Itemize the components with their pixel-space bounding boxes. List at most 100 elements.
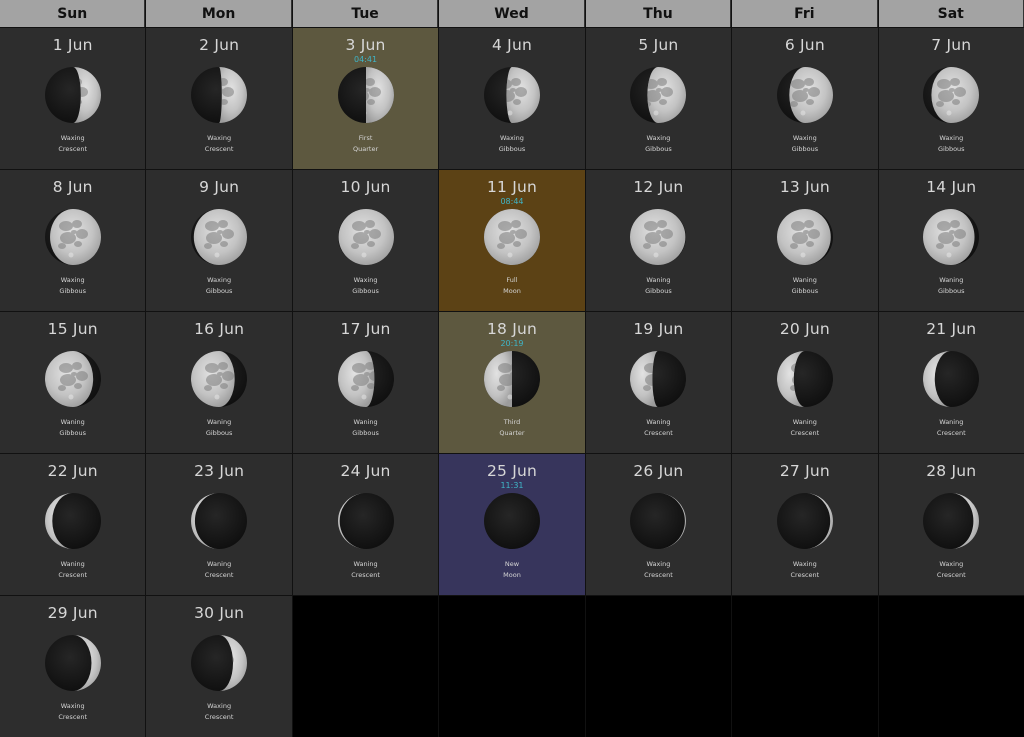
day-cell[interactable]: 9 Jun Waxing Gibbous — [146, 170, 292, 311]
day-label: 28 Jun — [926, 462, 977, 480]
phase-name-line2: Crescent — [790, 429, 820, 437]
phase-name-line2: Gibbous — [352, 429, 379, 437]
day-label: 11 Jun — [486, 178, 538, 196]
day-cell[interactable]: 26 Jun Waxing Crescent — [585, 454, 732, 595]
moon-phase-icon — [923, 351, 980, 407]
day-cell[interactable]: 13 Jun Waning Gibbous — [732, 170, 878, 311]
day-cell[interactable]: 19 Jun Waning Crescent — [585, 312, 732, 453]
phase-name-line1: First — [358, 134, 373, 142]
day-label: 13 Jun — [779, 178, 830, 196]
moon-phase-icon — [44, 351, 101, 407]
phase-time: 20:19 — [500, 339, 524, 348]
phase-name: Waning Gibbous — [792, 275, 819, 297]
phase-name-line1: Waxing — [60, 134, 85, 142]
day-cell[interactable]: 1 Jun Waxing Crescent — [0, 28, 146, 169]
day-cell[interactable]: 27 Jun Waxing Crescent — [732, 454, 878, 595]
moon-dark-disc — [483, 493, 540, 549]
weekday-header-wed: Wed — [439, 0, 585, 27]
day-label: 21 Jun — [926, 320, 977, 338]
day-cell[interactable]: 18 Jun 20:19 Third Quarter — [439, 312, 585, 453]
moon-phase-icon — [776, 67, 833, 123]
phase-name-line2: Crescent — [936, 429, 966, 437]
phase-name-line2: Crescent — [790, 571, 820, 579]
day-cell[interactable]: 24 Jun Waning Crescent — [292, 454, 439, 595]
phase-name-line1: Waning — [207, 418, 232, 426]
day-cell[interactable]: 11 Jun 08:44 Full Moon — [439, 170, 585, 311]
phase-name: Waning Gibbous — [206, 417, 233, 439]
moon-phase-icon — [630, 209, 687, 265]
phase-name-line1: Waxing — [646, 560, 671, 568]
moon-phase-icon — [483, 67, 540, 123]
phase-name: Waxing Crescent — [205, 701, 234, 723]
phase-name-line1: Waning — [939, 276, 964, 284]
phase-name: Waxing Gibbous — [938, 133, 965, 155]
day-label: 18 Jun — [486, 320, 538, 338]
phase-name: Waxing Gibbous — [59, 275, 86, 297]
day-label: 27 Jun — [779, 462, 830, 480]
day-cell[interactable]: 2 Jun Waxing Crescent — [146, 28, 292, 169]
phase-name-line1: Waxing — [60, 702, 85, 710]
phase-name: Waxing Crescent — [937, 559, 966, 581]
phase-name-line2: Gibbous — [791, 145, 819, 153]
phase-name-line2: Crescent — [204, 571, 234, 579]
phase-name-line2: Moon — [503, 287, 521, 295]
phase-name: Waning Gibbous — [938, 275, 965, 297]
phase-name: Waning Crescent — [58, 559, 87, 581]
day-cell[interactable]: 3 Jun 04:41 First Quarter — [292, 28, 439, 169]
phase-name-line2: Gibbous — [59, 287, 86, 295]
day-label: 4 Jun — [491, 36, 532, 54]
phase-name-line2: Crescent — [644, 571, 673, 579]
phase-name-line1: Waning — [792, 276, 817, 284]
day-label: 29 Jun — [47, 604, 98, 622]
day-cell[interactable]: 10 Jun Waxing Gibbous — [292, 170, 439, 311]
phase-name-line2: Gibbous — [59, 429, 86, 437]
moon-phase-icon — [630, 67, 687, 123]
phase-name-line1: New — [504, 560, 520, 568]
moon-phase-icon — [923, 493, 980, 549]
day-cell[interactable]: 21 Jun Waning Crescent — [878, 312, 1024, 453]
day-label: 23 Jun — [194, 462, 245, 480]
phase-name-line2: Gibbous — [498, 145, 526, 153]
phase-name-line1: Waning — [939, 418, 964, 426]
day-cell[interactable]: 4 Jun Waxing Gibbous — [439, 28, 585, 169]
weekday-header-sun: Sun — [0, 0, 146, 27]
day-cell[interactable]: 17 Jun Waning Gibbous — [292, 312, 439, 453]
day-cell[interactable]: 29 Jun Waxing Crescent — [0, 596, 146, 737]
day-cell[interactable]: 22 Jun Waning Crescent — [0, 454, 146, 595]
day-cell[interactable]: 8 Jun Waxing Gibbous — [0, 170, 146, 311]
phase-name: Third Quarter — [499, 417, 524, 439]
moon-phase-icon — [337, 67, 394, 123]
day-cell[interactable]: 20 Jun Waning Crescent — [732, 312, 878, 453]
day-cell[interactable]: 15 Jun Waning Gibbous — [0, 312, 146, 453]
day-label: 9 Jun — [199, 178, 240, 196]
phase-name-line2: Crescent — [204, 713, 234, 721]
moon-phase-icon — [337, 493, 394, 549]
day-cell[interactable]: 7 Jun Waxing Gibbous — [878, 28, 1024, 169]
day-cell[interactable]: 6 Jun Waxing Gibbous — [732, 28, 878, 169]
day-cell[interactable]: 30 Jun Waxing Crescent — [146, 596, 292, 737]
phase-name: Waxing Crescent — [791, 559, 820, 581]
phase-name-line1: Waxing — [207, 702, 232, 710]
phase-name: Waning Gibbous — [59, 417, 86, 439]
day-label: 25 Jun — [486, 462, 538, 480]
empty-day-cell — [292, 596, 439, 737]
day-cell[interactable]: 28 Jun Waxing Crescent — [878, 454, 1024, 595]
phase-name-line2: Quarter — [353, 145, 379, 153]
phase-name: Waxing Gibbous — [645, 133, 672, 155]
day-cell[interactable]: 12 Jun Waning Gibbous — [585, 170, 732, 311]
phase-name: Waxing Gibbous — [352, 275, 379, 297]
moon-phase-icon — [923, 209, 980, 265]
moon-phase-icon — [44, 635, 101, 691]
empty-day-cell — [732, 596, 878, 737]
day-cell[interactable]: 16 Jun Waning Gibbous — [146, 312, 292, 453]
day-cell[interactable]: 23 Jun Waning Crescent — [146, 454, 292, 595]
day-cell[interactable]: 5 Jun Waxing Gibbous — [585, 28, 732, 169]
day-cell[interactable]: 25 Jun 11:31 New Moon — [439, 454, 585, 595]
phase-name: Waning Crescent — [937, 417, 966, 439]
day-label: 3 Jun — [345, 36, 386, 54]
phase-time: 11:31 — [500, 481, 524, 490]
day-cell[interactable]: 14 Jun Waning Gibbous — [878, 170, 1024, 311]
phase-name-line2: Crescent — [58, 571, 88, 579]
phase-name-line2: Gibbous — [645, 287, 672, 295]
weekday-header-tue: Tue — [292, 0, 439, 27]
